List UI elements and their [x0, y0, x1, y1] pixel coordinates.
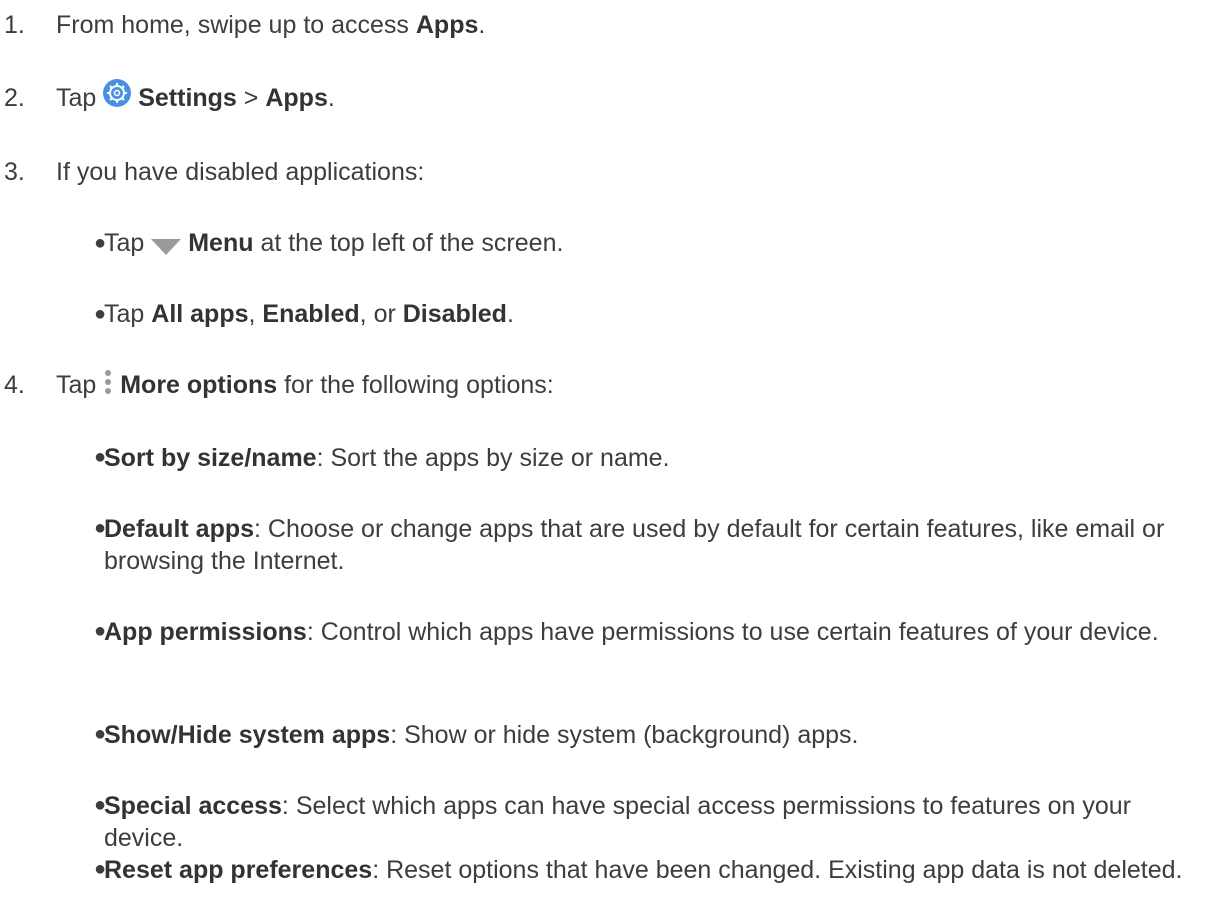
menu-label: Menu	[188, 229, 254, 257]
option-description: : Control which apps have permissions to…	[306, 618, 1159, 646]
step-number: 3.	[4, 158, 25, 186]
option-name: Reset app preferences	[104, 856, 373, 884]
disabled-label: Disabled	[402, 300, 507, 328]
option-description: : Sort the apps by size or name.	[316, 444, 670, 472]
settings-gear-icon	[103, 79, 132, 108]
item-text-post: .	[506, 300, 514, 328]
enabled-label: Enabled	[262, 300, 360, 328]
item-text: App permissions: Control which apps have…	[104, 616, 1194, 648]
apps-label: Apps	[265, 84, 328, 112]
step-text-pre: From home, swipe up to access	[56, 11, 416, 39]
item-text-pre: Tap	[104, 229, 152, 257]
item-text: Show/Hide system apps: Show or hide syst…	[104, 719, 1194, 751]
item-text: Sort by size/name: Sort the apps by size…	[104, 442, 1194, 474]
step-text-pre: Tap	[56, 371, 104, 399]
menu-dropdown-icon	[151, 232, 182, 256]
option-description: : Choose or change apps that are used by…	[104, 515, 1165, 575]
item-text-post: at the top left of the screen.	[253, 229, 564, 257]
item-text-pre: Tap	[104, 300, 152, 328]
item-text: Tap All apps, Enabled, or Disabled.	[104, 299, 514, 329]
step-text-post: .	[327, 84, 335, 112]
option-description: : Reset options that have been changed. …	[372, 856, 1183, 884]
step-text: Tap Settings > Apps.	[56, 79, 335, 113]
step-text: Tap More options for the following optio…	[56, 370, 554, 400]
more-options-icon	[103, 368, 113, 396]
option-name: Show/Hide system apps	[104, 721, 391, 749]
step-text-post: .	[478, 11, 486, 39]
step-number: 4.	[4, 371, 25, 399]
item-text: Tap Menu at the top left of the screen.	[104, 228, 563, 258]
step-number: 2.	[4, 84, 25, 112]
item-text: Reset app preferences: Reset options tha…	[104, 854, 1194, 886]
step-text: If you have disabled applications:	[56, 158, 425, 186]
separator: , or	[359, 300, 403, 328]
step-text-post: for the following options:	[277, 371, 554, 399]
more-options-label: More options	[120, 371, 278, 399]
step-text-pre: Tap	[56, 84, 104, 112]
all-apps-label: All apps	[151, 300, 249, 328]
item-text: Special access: Select which apps can ha…	[104, 790, 1194, 854]
separator: >	[236, 84, 266, 112]
step-text: From home, swipe up to access Apps.	[56, 10, 485, 40]
option-description: : Show or hide system (background) apps.	[390, 721, 859, 749]
option-name: Special access	[104, 792, 282, 820]
step-number: 1.	[4, 11, 25, 39]
settings-label: Settings	[138, 84, 237, 112]
option-name: Sort by size/name	[104, 444, 317, 472]
option-name: Default apps	[104, 515, 255, 543]
separator: ,	[248, 300, 263, 328]
apps-label: Apps	[415, 11, 479, 39]
item-text: Default apps: Choose or change apps that…	[104, 513, 1194, 577]
option-name: App permissions	[104, 618, 307, 646]
